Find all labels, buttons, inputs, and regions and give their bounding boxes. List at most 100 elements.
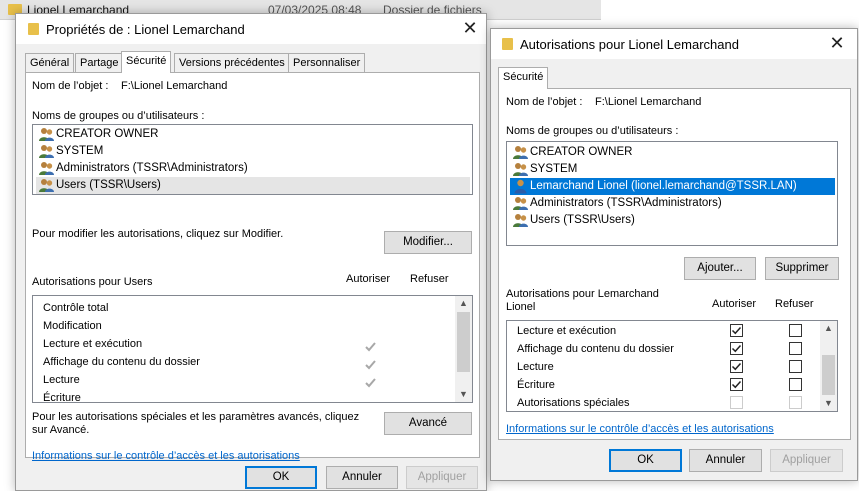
perm-header-line2: Lionel [506,301,536,313]
list-item[interactable]: Administrators (TSSR\Administrators) [36,160,470,177]
list-item[interactable]: CREATOR OWNER [510,144,835,161]
permissions-scrollbar[interactable]: ▲ ▼ [455,296,472,402]
cancel-button[interactable]: Annuler [326,466,398,489]
groups-label: Noms de groupes ou d’utilisateurs : [32,110,205,122]
principals-list[interactable]: CREATOR OWNER SYSTEM Administrators (TSS… [32,124,473,195]
user-group-icon [39,179,54,192]
list-item-selected[interactable]: Lemarchand Lionel (lionel.lemarchand@TSS… [510,178,835,195]
user-group-icon [513,214,528,227]
permission-label: Lecture [43,374,80,386]
user-group-icon [39,145,54,158]
deny-column-header: Refuser [410,273,449,285]
user-group-icon [513,146,528,159]
help-link[interactable]: Informations sur le contrôle d’accès et … [32,450,300,462]
ok-button[interactable]: OK [609,449,682,472]
permissions-title: Autorisations pour Lionel Lemarchand [520,37,739,52]
check-icon [365,342,376,352]
permissions-grid: Lecture et exécution Affichage du conten… [506,320,838,412]
deny-checkbox[interactable] [789,342,802,355]
folder-icon [28,23,39,35]
deny-checkbox-disabled [789,396,802,409]
scroll-thumb[interactable] [457,312,470,372]
list-item[interactable]: CREATOR OWNER [36,126,470,143]
permission-label: Modification [43,320,102,332]
deny-checkbox[interactable] [789,378,802,391]
object-name-value: F:\Lionel Lemarchand [121,80,228,92]
object-name-label: Nom de l’objet : [32,80,109,92]
permission-label: Écriture [43,392,81,403]
list-item[interactable]: SYSTEM [510,161,835,178]
properties-title: Propriétés de : Lionel Lemarchand [46,22,245,37]
deny-checkbox[interactable] [789,360,802,373]
principals-list[interactable]: CREATOR OWNER SYSTEM Lemarchand Lionel (… [506,141,838,246]
permission-label: Autorisations spéciales [517,397,630,409]
apply-button: Appliquer [770,449,843,472]
close-icon[interactable]: ✕ [459,18,481,38]
modify-button[interactable]: Modifier... [384,231,472,254]
allow-checkbox-disabled [730,396,743,409]
user-icon [514,179,527,194]
object-name-value: F:\Lionel Lemarchand [595,96,702,108]
list-item[interactable]: SYSTEM [36,143,470,160]
permission-label: Contrôle total [43,302,109,314]
list-item-highlighted[interactable]: Users (TSSR\Users) [36,177,470,194]
scroll-up-icon[interactable]: ▲ [455,296,472,311]
cancel-button[interactable]: Annuler [689,449,762,472]
check-icon [731,344,742,353]
permission-label: Affichage du contenu du dossier [43,356,200,368]
tab-securite[interactable]: Sécurité [498,67,549,89]
permissions-titlebar: Autorisations pour Lionel Lemarchand ✕ [491,29,857,59]
scroll-down-icon[interactable]: ▼ [455,387,472,402]
scroll-down-icon[interactable]: ▼ [820,396,837,411]
security-panel: Nom de l’objet : F:\Lionel Lemarchand No… [25,72,480,462]
tab-versions-precedentes[interactable]: Versions précédentes [174,53,290,73]
check-icon [365,378,376,388]
remove-button[interactable]: Supprimer [765,257,839,280]
allow-column-header: Autoriser [712,298,757,310]
object-name-label: Nom de l’objet : [506,96,583,108]
check-icon [731,380,742,389]
allow-checkbox[interactable] [730,360,743,373]
allow-checkbox[interactable] [730,342,743,355]
tab-general[interactable]: Général [25,53,75,73]
perm-header: Autorisations pour Users [32,276,153,288]
apply-button: Appliquer [406,466,478,489]
user-group-icon [39,162,54,175]
groups-label: Noms de groupes ou d’utilisateurs : [506,125,679,137]
advanced-hint: Pour les autorisations spéciales et les … [32,411,360,436]
list-item[interactable]: Users (TSSR\Users) [510,212,835,229]
tab-securite[interactable]: Sécurité [121,51,172,73]
perm-header-line1: Autorisations pour Lemarchand [506,288,659,300]
user-group-icon [513,163,528,176]
permissions-scrollbar[interactable]: ▲ ▼ [820,321,837,411]
help-link[interactable]: Informations sur le contrôle d’accès et … [506,423,774,435]
allow-checkbox[interactable] [730,324,743,337]
ok-button[interactable]: OK [245,466,317,489]
add-button[interactable]: Ajouter... [684,257,756,280]
allow-checkbox[interactable] [730,378,743,391]
deny-column-header: Refuser [775,298,814,310]
advanced-button[interactable]: Avancé [384,412,472,435]
check-icon [365,360,376,370]
list-item[interactable]: Administrators (TSSR\Administrators) [510,195,835,212]
modify-hint: Pour modifier les autorisations, cliquez… [32,228,284,240]
permission-label: Lecture et exécution [517,325,617,337]
permissions-dialog: Autorisations pour Lionel Lemarchand ✕ S… [490,28,858,481]
user-group-icon [39,128,54,141]
permission-label: Lecture [517,361,554,373]
permission-label: Écriture [517,379,555,391]
folder-icon [502,38,513,50]
check-icon [731,326,742,335]
scroll-up-icon[interactable]: ▲ [820,321,837,336]
tab-personnaliser[interactable]: Personnaliser [288,53,366,73]
tab-partage[interactable]: Partage [75,53,124,73]
scroll-thumb[interactable] [822,355,835,395]
permission-label: Lecture et exécution [43,338,143,350]
permission-label: Affichage du contenu du dossier [517,343,674,355]
check-icon [731,362,742,371]
deny-checkbox[interactable] [789,324,802,337]
user-group-icon [513,197,528,210]
close-icon[interactable]: ✕ [826,33,848,53]
allow-column-header: Autoriser [346,273,391,285]
permissions-panel: Nom de l’objet : F:\Lionel Lemarchand No… [498,88,851,440]
